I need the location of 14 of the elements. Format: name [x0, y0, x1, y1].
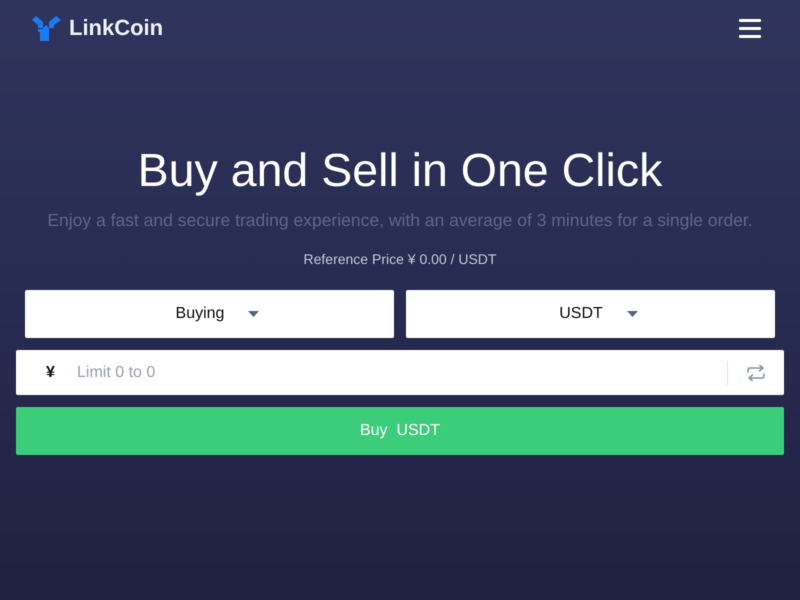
caret-icon — [248, 311, 260, 317]
logo-text[interactable]: LinkCoin — [69, 15, 164, 41]
amount-input[interactable]: Limit 0 to 0 — [77, 352, 727, 392]
hero-title: Buy and Sell in One Click — [138, 143, 662, 197]
dropdown-select[interactable]: Buying — [25, 290, 394, 338]
amount-field[interactable]: ¥ Limit 0 to 0 — [16, 350, 784, 395]
caret-icon — [626, 311, 638, 317]
logo-icon — [32, 16, 61, 40]
swap-icon[interactable] — [747, 364, 765, 380]
currency-symbol: ¥ — [45, 364, 56, 382]
hero-subtitle: Enjoy a fast and secure trading experience, with an average of 3 minutes for a single order. — [47, 209, 753, 231]
menu-icon[interactable] — [739, 18, 761, 38]
dropdown-select[interactable]: USDT — [406, 290, 775, 338]
reference-price: Reference Price ¥ 0.00 / USDT — [304, 250, 496, 268]
